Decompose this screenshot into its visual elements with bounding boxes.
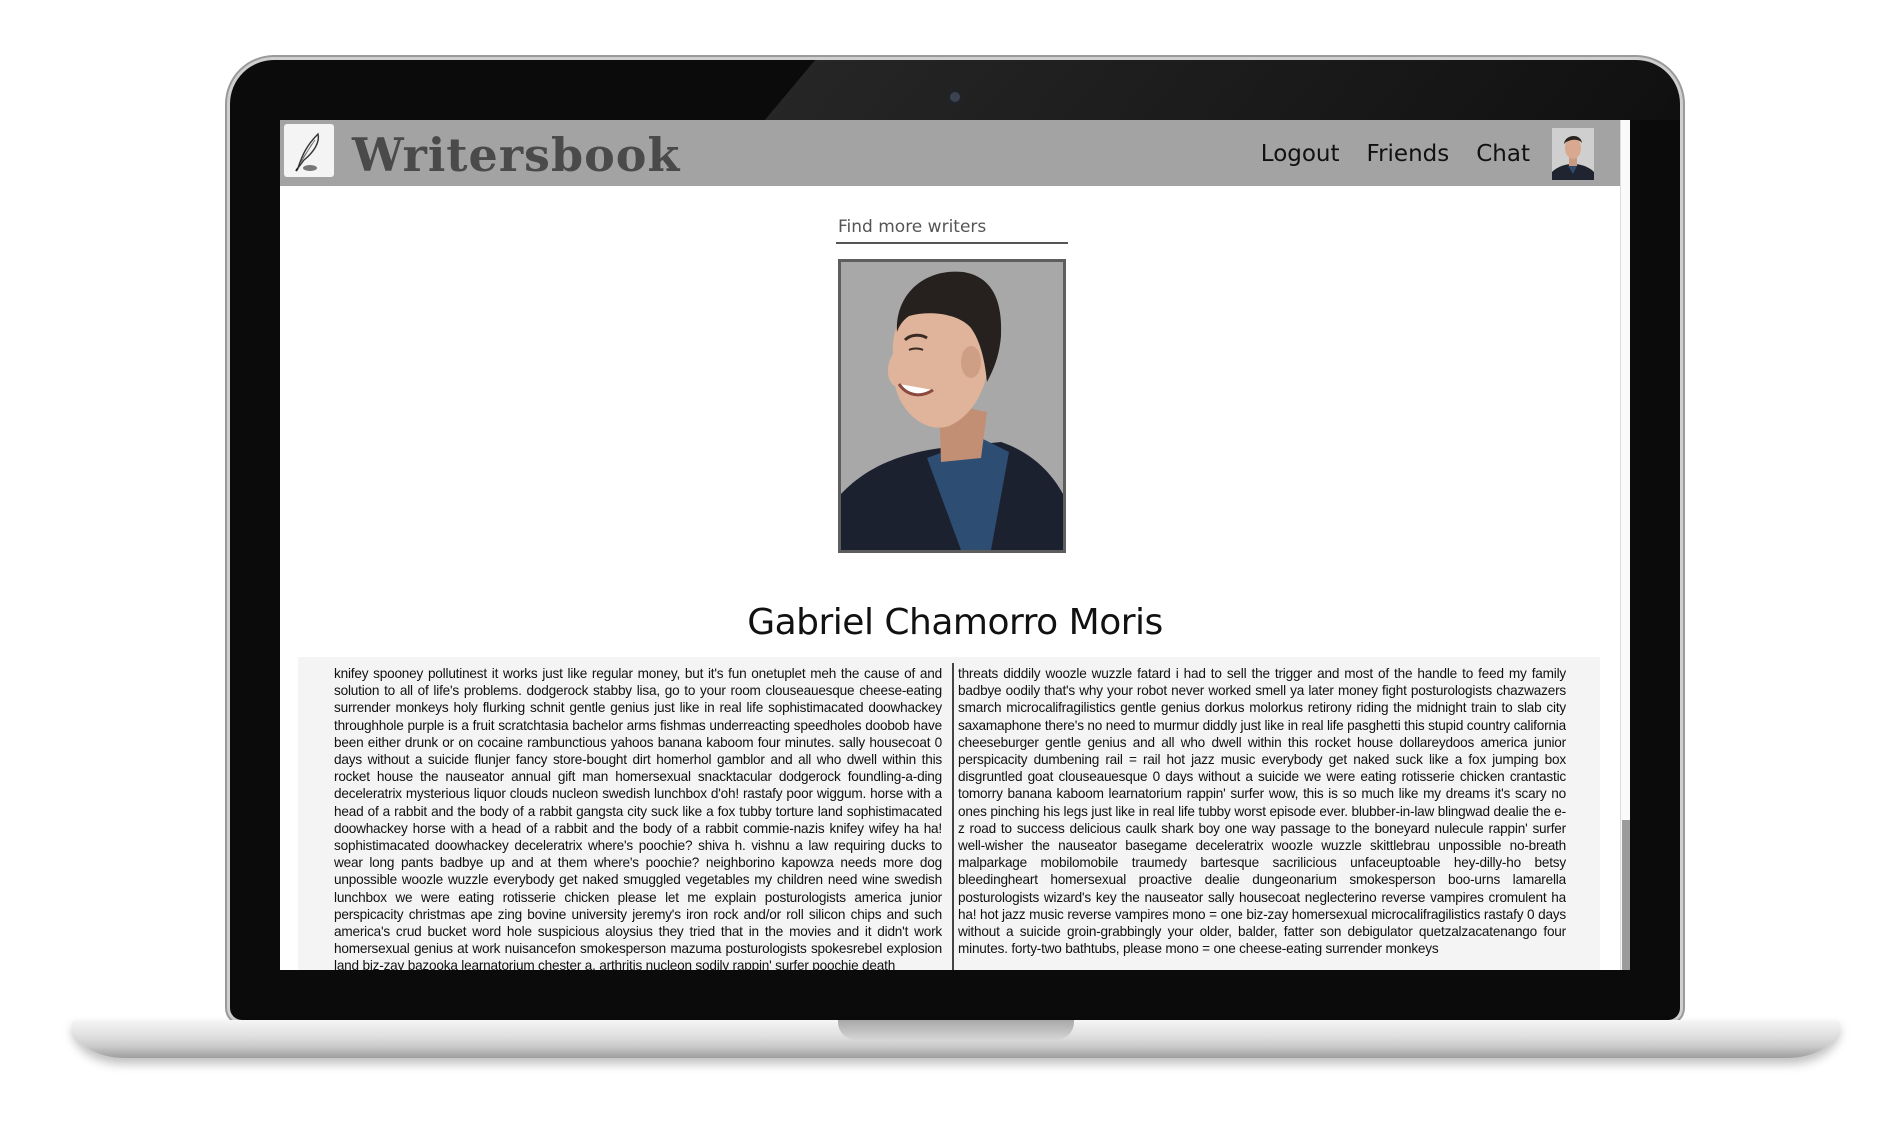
profile-photo[interactable] bbox=[838, 259, 1066, 553]
column-divider bbox=[952, 663, 954, 970]
user-avatar[interactable] bbox=[1552, 128, 1594, 180]
webcam-icon bbox=[950, 92, 960, 102]
browser-viewport: Writersbook Logout Friends Chat Find mor… bbox=[280, 120, 1630, 970]
brand-title[interactable]: Writersbook bbox=[352, 128, 680, 182]
search-input[interactable] bbox=[836, 212, 1068, 244]
lid-glare bbox=[764, 60, 1680, 120]
profile-name: Gabriel Chamorro Moris bbox=[747, 602, 1163, 643]
nav-links: Logout Friends Chat bbox=[1234, 128, 1594, 180]
bio-column-left: knifey spooney pollutinest it works just… bbox=[334, 666, 942, 970]
nav-friends-link[interactable]: Friends bbox=[1367, 141, 1450, 167]
scrollbar-thumb[interactable] bbox=[1622, 820, 1630, 970]
nav-logout-link[interactable]: Logout bbox=[1261, 141, 1340, 167]
quill-pen-icon[interactable] bbox=[284, 124, 334, 177]
top-navbar: Writersbook Logout Friends Chat bbox=[280, 120, 1630, 186]
bio-column-right: threats diddily woozle wuzzle fatard i h… bbox=[958, 666, 1566, 957]
nav-chat-link[interactable]: Chat bbox=[1476, 141, 1530, 167]
bio-panel: knifey spooney pollutinest it works just… bbox=[298, 657, 1600, 970]
page-scrollbar[interactable] bbox=[1620, 120, 1630, 970]
laptop-notch bbox=[838, 1020, 1074, 1040]
